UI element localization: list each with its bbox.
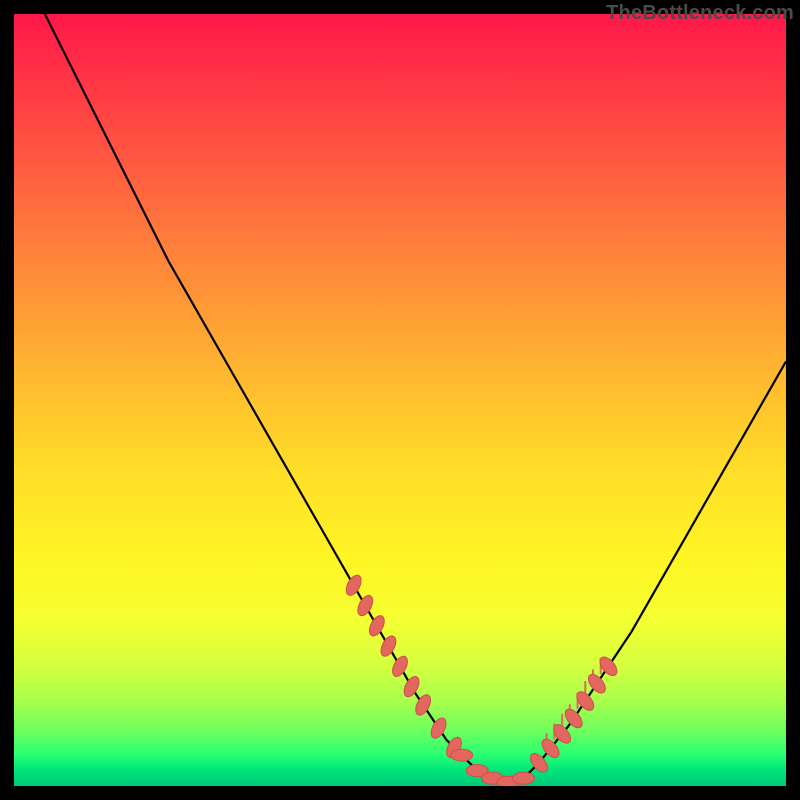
watermark-text: TheBottleneck.com xyxy=(606,2,794,25)
bottleneck-curve-path xyxy=(45,14,786,782)
chart-svg xyxy=(14,14,786,786)
curve-marker xyxy=(513,772,535,784)
curve-marker xyxy=(390,654,411,679)
curve-marker xyxy=(562,706,585,731)
curve-marker xyxy=(413,692,434,717)
curve-marker xyxy=(585,671,608,696)
curve-markers xyxy=(343,573,620,786)
curve-marker xyxy=(343,573,364,598)
bottleneck-curve-group xyxy=(45,14,786,782)
curve-marker xyxy=(366,613,387,638)
curve-marker xyxy=(378,634,399,659)
curve-marker xyxy=(428,716,449,741)
curve-marker xyxy=(355,593,376,618)
curve-marker xyxy=(451,749,473,761)
chart-frame xyxy=(14,14,786,786)
curve-marker xyxy=(401,674,422,699)
